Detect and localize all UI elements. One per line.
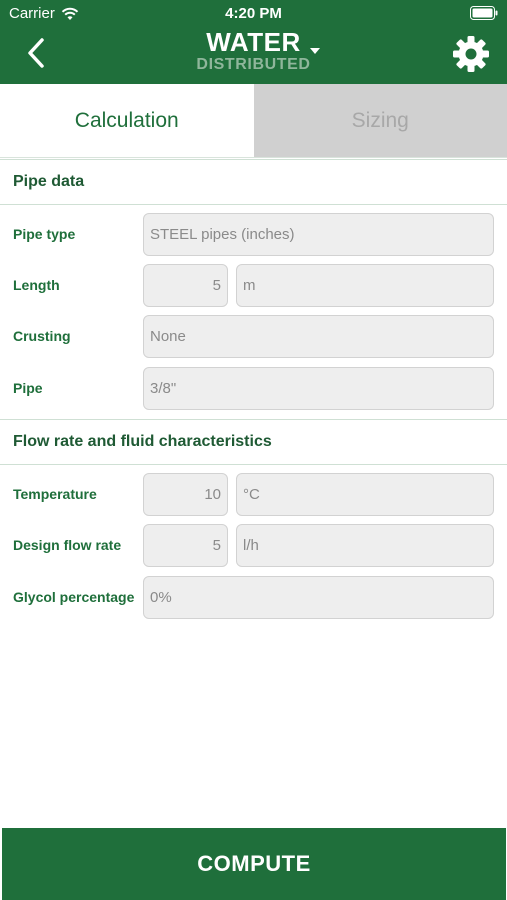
glycol-row: Glycol percentage 0%	[0, 576, 507, 620]
settings-button[interactable]	[451, 34, 491, 74]
design-flow-rate-input[interactable]: 5	[143, 524, 228, 567]
temperature-label: Temperature	[13, 486, 97, 502]
tab-calculation[interactable]: Calculation	[0, 84, 254, 157]
pipe-select[interactable]: 3/8"	[143, 367, 494, 410]
glycol-label: Glycol percentage	[13, 589, 135, 605]
battery-icon	[470, 6, 498, 20]
section-header-flow: Flow rate and fluid characteristics	[0, 419, 507, 465]
length-input[interactable]: 5	[143, 264, 228, 307]
chevron-down-icon[interactable]	[309, 47, 321, 55]
pipe-type-select[interactable]: STEEL pipes (inches)	[143, 213, 494, 256]
design-flow-rate-label: Design flow rate	[13, 537, 122, 553]
status-bar: Carrier 4:20 PM	[0, 0, 507, 28]
gear-icon	[453, 36, 489, 72]
temperature-input[interactable]: 10	[143, 473, 228, 516]
length-row: Length 5 m	[0, 264, 507, 308]
page-title[interactable]: WATER	[206, 27, 300, 58]
tab-bar: Calculation Sizing	[0, 84, 507, 158]
temperature-row: Temperature 10 °C	[0, 473, 507, 517]
tab-sizing[interactable]: Sizing	[253, 84, 507, 157]
status-time: 4:20 PM	[225, 5, 282, 22]
temperature-unit-select[interactable]: °C	[236, 473, 494, 516]
pipe-type-row: Pipe type STEEL pipes (inches)	[0, 213, 507, 257]
nav-header: Carrier 4:20 PM WATER DISTRIBUTED	[0, 0, 507, 84]
pipe-label: Pipe	[13, 380, 43, 396]
page-subtitle: DISTRIBUTED	[196, 56, 311, 73]
section-header-pipe-data: Pipe data	[0, 159, 507, 205]
design-flow-rate-unit-select[interactable]: l/h	[236, 524, 494, 567]
crusting-row: Crusting None	[0, 315, 507, 359]
crusting-select[interactable]: None	[143, 315, 494, 358]
title-block[interactable]: WATER DISTRIBUTED	[0, 27, 507, 74]
pipe-row: Pipe 3/8"	[0, 367, 507, 411]
glycol-select[interactable]: 0%	[143, 576, 494, 619]
length-label: Length	[13, 277, 60, 293]
pipe-type-label: Pipe type	[13, 226, 76, 242]
crusting-label: Crusting	[13, 328, 71, 344]
design-flow-rate-row: Design flow rate 5 l/h	[0, 524, 507, 568]
compute-button[interactable]: COMPUTE	[2, 828, 506, 900]
length-unit-select[interactable]: m	[236, 264, 494, 307]
